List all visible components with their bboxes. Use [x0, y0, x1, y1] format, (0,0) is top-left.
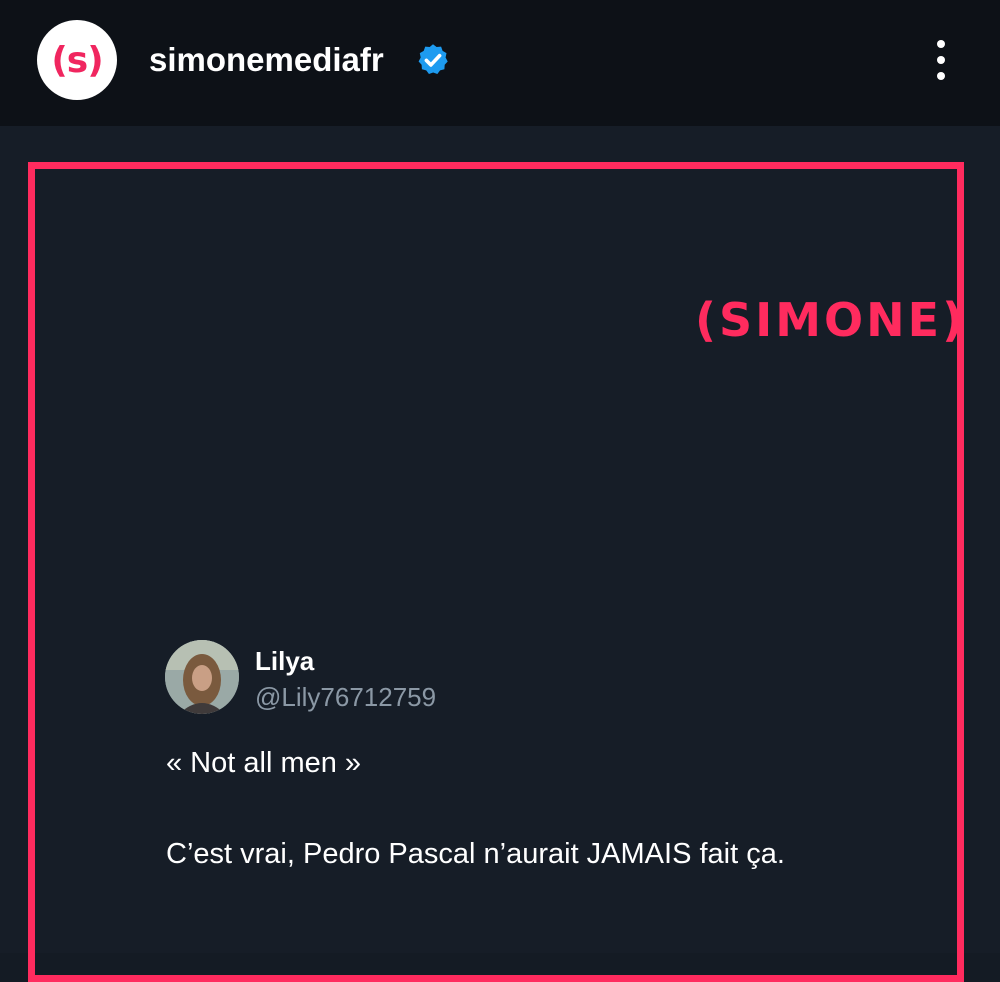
profile-avatar[interactable]: (s): [37, 20, 117, 100]
verified-badge-icon: [418, 44, 448, 74]
profile-username[interactable]: simonemediafr: [149, 38, 384, 82]
tweet-text-line: « Not all men »: [166, 747, 362, 779]
simone-brand-logo: (SIMONE): [695, 293, 967, 347]
person-photo-icon: [165, 640, 239, 714]
more-options-icon[interactable]: [920, 38, 964, 82]
tweet-text-line: C’est vrai, Pedro Pascal n’aurait JAMAIS…: [166, 838, 785, 870]
avatar-logo-text: (s): [51, 39, 103, 81]
tweet-author-name: Lilya: [255, 646, 315, 676]
post-header: (s) simonemediafr: [0, 0, 1000, 126]
tweet-author-handle: @Lily76712759: [255, 682, 437, 712]
tweet-author-avatar: [165, 640, 239, 714]
